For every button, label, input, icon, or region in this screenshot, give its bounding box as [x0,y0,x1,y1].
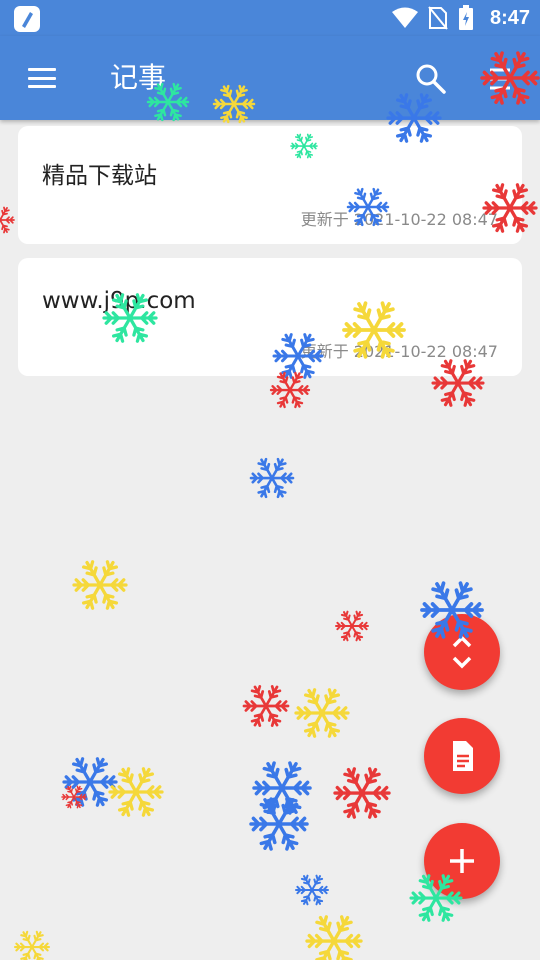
snowflake [294,688,350,738]
note-card[interactable]: www.j9p.com 更新于 2021-10-22 08:47 [18,258,522,376]
app-notification-icon [14,6,40,32]
snowflake [252,761,312,815]
snowflake [249,797,309,851]
document-icon [453,741,473,771]
snowflake [249,457,295,499]
snowflake [242,685,290,727]
snowflake [305,915,363,960]
expand-collapse-icon [452,635,472,669]
note-title: 精品下载站 [42,163,157,189]
snowflake [333,767,391,819]
document-button[interactable] [424,718,500,794]
overflow-icon[interactable] [486,64,514,94]
wifi-icon [391,7,418,28]
battery-icon [458,5,473,30]
snowflake [72,560,128,610]
snowflake [269,371,311,409]
note-updated-time: 更新于 2021-10-22 08:47 [300,342,498,361]
status-time: 8:47 [489,6,530,29]
menu-icon[interactable] [28,68,56,88]
snowflake [13,930,51,960]
expand-collapse-button[interactable] [424,614,500,690]
snowflake [335,610,369,642]
note-card[interactable]: 精品下载站 更新于 2021-10-22 08:47 [18,126,522,244]
note-title: www.j9p.com [42,288,196,314]
add-note-button[interactable] [424,823,500,899]
snowflake [295,874,329,906]
search-icon[interactable] [414,62,448,96]
add-icon [450,849,474,873]
status-bar: 8:47 [0,0,540,36]
no-sim-icon [428,6,448,30]
app-bar: 记事 [0,36,540,120]
snowflake [108,767,164,817]
snowflake [61,785,87,809]
snowflake [62,757,118,807]
app-title: 记事 [110,61,167,94]
snowflake [0,206,15,234]
note-updated-time: 更新于 2021-10-22 08:47 [300,210,498,229]
